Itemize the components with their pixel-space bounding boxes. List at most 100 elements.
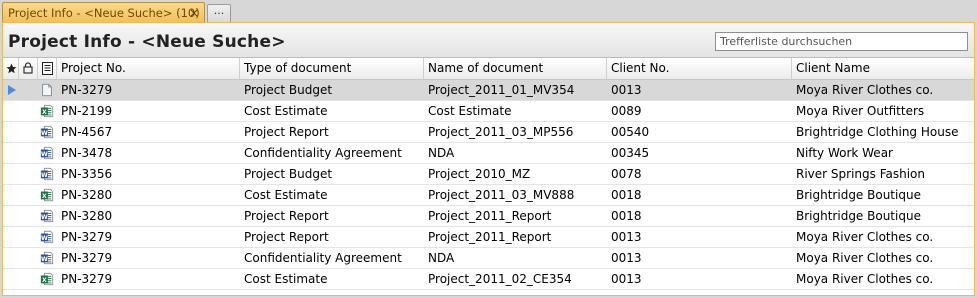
- client-name-cell: Moya River Clothes co.: [796, 83, 934, 97]
- client-no-cell: 0013: [611, 83, 642, 97]
- project-no-cell: PN-4567: [61, 125, 113, 139]
- excel-icon: X: [40, 188, 54, 202]
- client-name-cell: Moya River Clothes co.: [796, 251, 934, 265]
- name-cell: Project_2011_02_CE354: [428, 272, 572, 286]
- star-icon: [6, 63, 17, 74]
- lock-cell: [19, 248, 38, 268]
- tab-project-info[interactable]: Project Info - <Neue Suche> (10) ×: [2, 2, 205, 22]
- name-cell: Project_2011_Report: [428, 209, 552, 223]
- svg-text:X: X: [42, 109, 47, 116]
- lock-column-header[interactable]: [19, 58, 38, 79]
- name-cell: Cost Estimate: [428, 104, 512, 118]
- doc-column-header[interactable]: [38, 58, 57, 79]
- project-no-cell: PN-3356: [61, 167, 113, 181]
- word-icon: W: [40, 146, 54, 160]
- svg-text:W: W: [41, 172, 48, 179]
- lock-cell: [19, 122, 38, 142]
- lock-cell: [19, 143, 38, 163]
- column-header-type[interactable]: Type of document: [240, 58, 424, 79]
- table-header: Project No. Type of document Name of doc…: [3, 58, 974, 80]
- generic-document-icon: [42, 83, 52, 97]
- results-table: Project No. Type of document Name of doc…: [3, 58, 974, 290]
- client-no-cell: 00540: [611, 125, 650, 139]
- project-no-cell: PN-3280: [61, 188, 113, 202]
- tab-label: Project Info - <Neue Suche> (10): [8, 5, 200, 20]
- table-row[interactable]: W PN-3279 Confidentiality Agreement NDA 0013…: [3, 248, 974, 269]
- client-name-cell: River Springs Fashion: [796, 167, 925, 181]
- client-name-cell: Moya River Clothes co.: [796, 230, 934, 244]
- svg-text:W: W: [41, 130, 48, 137]
- client-name-cell: Brightridge Boutique: [796, 188, 921, 202]
- client-name-cell: Brightridge Clothing House: [796, 125, 959, 139]
- table-row[interactable]: PN-3279 Project Budget Project_2011_01_MV3…: [3, 80, 974, 101]
- lock-cell: [19, 185, 38, 205]
- svg-text:X: X: [42, 193, 47, 200]
- client-name-cell: Nifty Work Wear: [796, 146, 893, 160]
- document-list-icon: [42, 62, 53, 75]
- table-row[interactable]: W PN-3478 Confidentiality Agreement NDA 0034…: [3, 143, 974, 164]
- type-cell: Confidentiality Agreement: [244, 251, 402, 265]
- excel-icon: X: [40, 272, 54, 286]
- project-no-cell: PN-3279: [61, 230, 113, 244]
- row-indicator-cell: [3, 80, 19, 100]
- name-cell: Project_2011_03_MP556: [428, 125, 574, 139]
- client-no-cell: 0078: [611, 167, 642, 181]
- project-no-cell: PN-3279: [61, 272, 113, 286]
- word-icon: W: [40, 230, 54, 244]
- name-cell: Project_2011_Report: [428, 230, 552, 244]
- excel-icon: X: [40, 104, 54, 118]
- column-header-project-no[interactable]: Project No.: [57, 58, 240, 79]
- project-no-cell: PN-3279: [61, 251, 113, 265]
- results-panel: Project Info - <Neue Suche> Project No. …: [2, 22, 975, 296]
- svg-text:W: W: [41, 151, 48, 158]
- client-name-cell: Moya River Outfitters: [796, 104, 925, 118]
- svg-text:W: W: [41, 256, 48, 263]
- table-row[interactable]: W PN-3280 Project Report Project_2011_Repor…: [3, 206, 974, 227]
- type-cell: Project Budget: [244, 167, 333, 181]
- project-no-cell: PN-2199: [61, 104, 113, 118]
- tab-overflow-button[interactable]: ...: [207, 4, 231, 22]
- table-row[interactable]: X PN-3280 Cost Estimate Project_2011_03_MV8…: [3, 185, 974, 206]
- name-cell: Project_2011_03_MV888: [428, 188, 575, 202]
- row-indicator-cell: [3, 248, 19, 268]
- type-cell: Cost Estimate: [244, 188, 328, 202]
- table-row[interactable]: X PN-3279 Cost Estimate Project_2011_02_CE3…: [3, 269, 974, 290]
- row-indicator-cell: [3, 122, 19, 142]
- svg-text:W: W: [41, 235, 48, 242]
- table-row[interactable]: W PN-3279 Project Report Project_2011_Repor…: [3, 227, 974, 248]
- client-no-cell: 0013: [611, 230, 642, 244]
- client-no-cell: 0018: [611, 209, 642, 223]
- row-indicator-cell: [3, 227, 19, 247]
- column-header-name[interactable]: Name of document: [424, 58, 607, 79]
- table-body: PN-3279 Project Budget Project_2011_01_MV3…: [3, 80, 974, 290]
- name-cell: NDA: [428, 146, 455, 160]
- name-cell: Project_2011_01_MV354: [428, 83, 575, 97]
- close-icon[interactable]: ×: [189, 6, 199, 20]
- client-no-cell: 0018: [611, 188, 642, 202]
- row-indicator-cell: [3, 164, 19, 184]
- lock-cell: [19, 269, 38, 289]
- table-row[interactable]: X PN-2199 Cost Estimate Cost Estimate 0089 Mo…: [3, 101, 974, 122]
- word-icon: W: [40, 167, 54, 181]
- column-header-client-no[interactable]: Client No.: [607, 58, 792, 79]
- row-indicator-cell: [3, 269, 19, 289]
- client-no-cell: 0013: [611, 251, 642, 265]
- row-indicator-cell: [3, 143, 19, 163]
- star-column-header[interactable]: [3, 58, 19, 79]
- type-cell: Cost Estimate: [244, 272, 328, 286]
- search-input[interactable]: [715, 32, 968, 51]
- client-no-cell: 0013: [611, 272, 642, 286]
- project-no-cell: PN-3280: [61, 209, 113, 223]
- word-icon: W: [40, 209, 54, 223]
- row-indicator-cell: [3, 185, 19, 205]
- table-row[interactable]: W PN-3356 Project Budget Project_2010_MZ 007…: [3, 164, 974, 185]
- client-no-cell: 00345: [611, 146, 650, 160]
- type-cell: Project Report: [244, 230, 329, 244]
- client-name-cell: Brightridge Boutique: [796, 209, 921, 223]
- name-cell: NDA: [428, 251, 455, 265]
- column-header-client-name[interactable]: Client Name: [792, 58, 974, 79]
- svg-text:X: X: [42, 277, 47, 284]
- page-title: Project Info - <Neue Suche>: [8, 32, 286, 52]
- current-row-arrow-icon: [8, 85, 16, 95]
- table-row[interactable]: W PN-4567 Project Report Project_2011_03_MP…: [3, 122, 974, 143]
